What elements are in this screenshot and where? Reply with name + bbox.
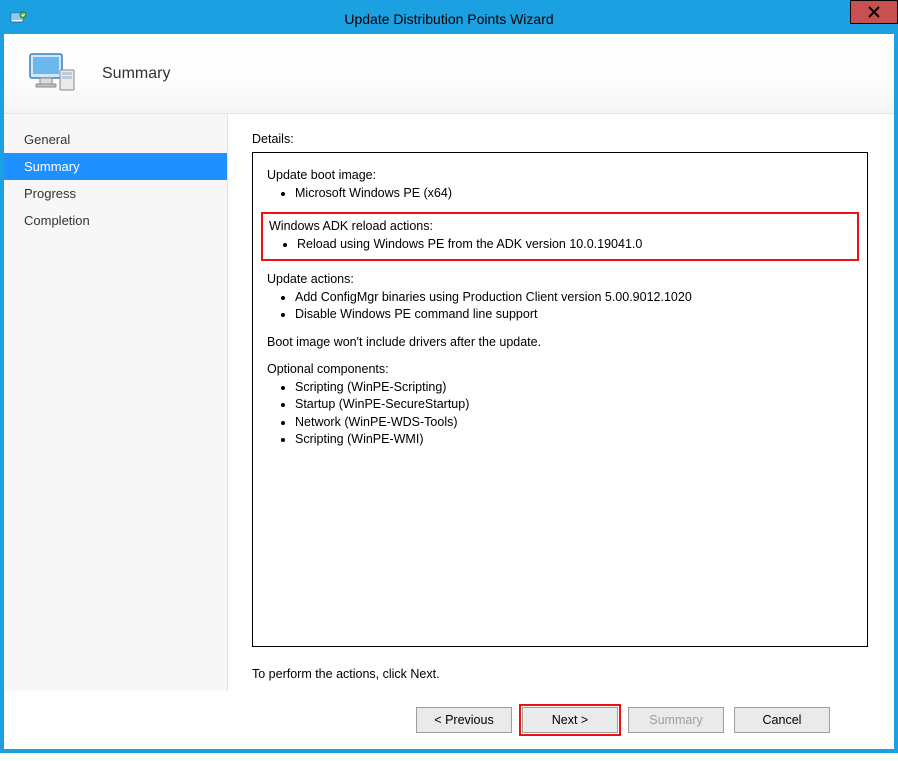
list-item: Scripting (WinPE-WMI)	[295, 431, 853, 449]
adk-reload-heading: Windows ADK reload actions:	[269, 218, 851, 236]
update-boot-image-list: Microsoft Windows PE (x64)	[267, 185, 853, 203]
list-item: Scripting (WinPE-Scripting)	[295, 379, 853, 397]
sidebar-item-completion[interactable]: Completion	[4, 207, 227, 234]
sidebar-item-summary[interactable]: Summary	[4, 153, 227, 180]
content-pane: Details: Update boot image: Microsoft Wi…	[228, 114, 894, 691]
cancel-button[interactable]: Cancel	[734, 707, 830, 733]
next-button[interactable]: Next >	[522, 707, 618, 733]
adk-reload-highlight: Windows ADK reload actions: Reload using…	[261, 212, 859, 261]
optional-components-list: Scripting (WinPE-Scripting) Startup (Win…	[267, 379, 853, 449]
no-drivers-note: Boot image won't include drivers after t…	[267, 334, 853, 352]
list-item: Reload using Windows PE from the ADK ver…	[297, 236, 851, 254]
close-icon	[868, 6, 880, 18]
sidebar: General Summary Progress Completion	[4, 114, 228, 691]
list-item: Microsoft Windows PE (x64)	[295, 185, 853, 203]
close-button[interactable]	[850, 0, 898, 24]
update-boot-image-heading: Update boot image:	[267, 167, 853, 185]
body: General Summary Progress Completion Deta…	[4, 114, 894, 691]
sidebar-item-general[interactable]: General	[4, 126, 227, 153]
window-title: Update Distribution Points Wizard	[4, 11, 894, 27]
list-item: Network (WinPE-WDS-Tools)	[295, 414, 853, 432]
list-item: Disable Windows PE command line support	[295, 306, 853, 324]
computer-icon	[26, 48, 78, 100]
summary-button: Summary	[628, 707, 724, 733]
previous-button[interactable]: < Previous	[416, 707, 512, 733]
header-strip: Summary	[4, 34, 894, 114]
wizard-window: Update Distribution Points Wizard Summar…	[0, 0, 898, 753]
adk-reload-list: Reload using Windows PE from the ADK ver…	[269, 236, 851, 254]
app-icon	[10, 10, 28, 28]
optional-components-heading: Optional components:	[267, 361, 853, 379]
update-actions-heading: Update actions:	[267, 271, 853, 289]
list-item: Add ConfigMgr binaries using Production …	[295, 289, 853, 307]
button-bar: < Previous Next > Summary Cancel	[4, 691, 894, 749]
instruction-text: To perform the actions, click Next.	[252, 667, 868, 681]
sidebar-item-progress[interactable]: Progress	[4, 180, 227, 207]
details-label: Details:	[252, 132, 868, 146]
page-title: Summary	[102, 65, 170, 83]
details-box[interactable]: Update boot image: Microsoft Windows PE …	[252, 152, 868, 647]
list-item: Startup (WinPE-SecureStartup)	[295, 396, 853, 414]
update-actions-list: Add ConfigMgr binaries using Production …	[267, 289, 853, 324]
titlebar: Update Distribution Points Wizard	[4, 4, 894, 34]
